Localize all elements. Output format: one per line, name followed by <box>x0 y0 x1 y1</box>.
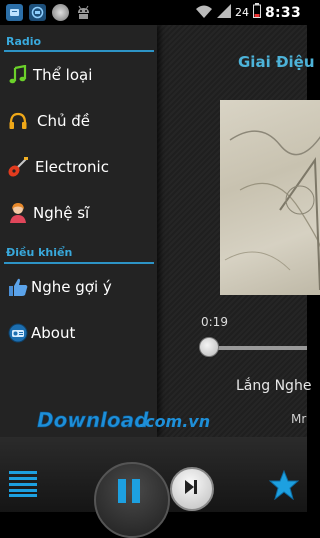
favorite-button[interactable] <box>268 469 300 501</box>
guitar-icon <box>7 156 29 178</box>
drawer-item-genres[interactable]: Thể loại <box>0 53 157 97</box>
svg-text:.com.vn: .com.vn <box>139 412 210 431</box>
menu-icon <box>9 471 37 497</box>
menu-button[interactable] <box>9 471 37 497</box>
thumbs-up-icon <box>7 276 29 298</box>
pause-icon <box>118 479 140 503</box>
clock: 8:33 <box>264 4 301 21</box>
section-header-controls: Điều khiển <box>6 246 73 259</box>
player-controls <box>0 437 307 538</box>
signal-icon <box>216 3 231 22</box>
media-icon <box>52 4 69 21</box>
next-button[interactable] <box>170 467 214 511</box>
drawer-item-artists[interactable]: Nghệ sĩ <box>0 191 157 235</box>
svg-text:Download: Download <box>37 408 149 432</box>
navigation-drawer: Radio Thể loại Chủ đề Electronic Nghệ sĩ… <box>0 25 157 437</box>
notification-icon <box>6 4 23 21</box>
album-art <box>220 100 320 295</box>
drawer-item-electronic[interactable]: Electronic <box>0 145 157 189</box>
song-title: Lắng Nghe <box>236 378 312 394</box>
drawer-item-label: Nghe gợi ý <box>31 278 112 296</box>
drawer-item-label: Thể loại <box>33 66 93 84</box>
seek-bar[interactable] <box>207 346 307 350</box>
artist-icon <box>7 202 29 224</box>
section-divider <box>4 50 154 52</box>
drawer-item-label: Electronic <box>35 158 109 176</box>
wifi-icon <box>195 3 213 22</box>
music-note-icon <box>7 64 29 86</box>
elapsed-time: 0:19 <box>201 315 228 329</box>
status-bar: 24 8:33 <box>0 0 307 25</box>
battery-icon <box>252 3 261 22</box>
star-icon <box>268 469 300 501</box>
screen-title: Giai Điệu <box>238 53 315 71</box>
app-icon <box>29 4 46 21</box>
watermark-logo: Download .com.vn <box>37 405 277 435</box>
headphones-icon <box>7 110 29 132</box>
song-artist: Mr <box>291 412 307 426</box>
play-pause-button[interactable] <box>94 462 170 538</box>
drawer-item-label: Chủ đề <box>37 112 91 130</box>
drawer-item-about[interactable]: About <box>0 311 157 355</box>
battery-level: 24 <box>234 6 249 19</box>
seek-thumb[interactable] <box>199 337 219 357</box>
drawer-item-label: About <box>31 324 76 342</box>
drawer-item-label: Nghệ sĩ <box>33 204 90 222</box>
section-divider <box>4 262 154 264</box>
drawer-item-recommended[interactable]: Nghe gợi ý <box>0 265 157 309</box>
next-icon <box>185 480 197 494</box>
android-icon <box>75 4 92 21</box>
drawer-item-topics[interactable]: Chủ đề <box>0 99 157 143</box>
now-playing-panel: Giai Điệu 0:19 Lắng Nghe Mr <box>157 25 320 437</box>
section-header-radio: Radio <box>6 35 42 48</box>
radio-icon <box>7 322 29 344</box>
